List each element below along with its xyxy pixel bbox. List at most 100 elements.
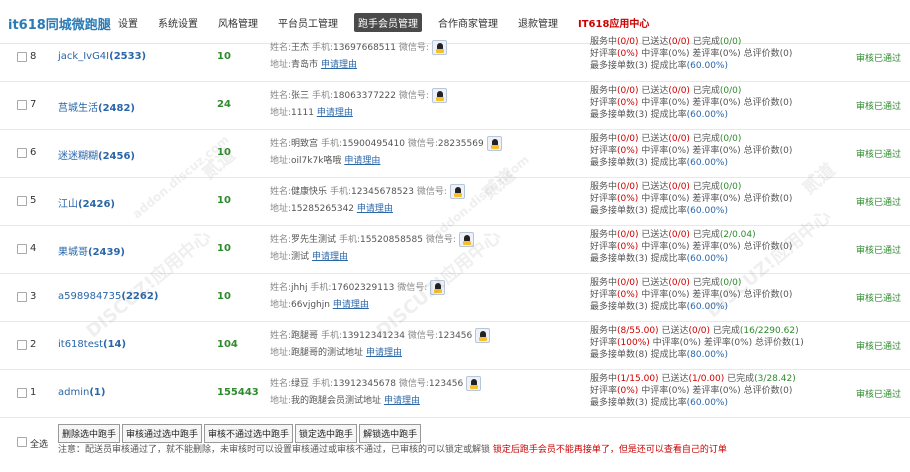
order-stats: 服务中(0/0) 已送达(0/0) 已完成(0/0)	[590, 182, 742, 192]
phone-value: 15520858585	[359, 235, 423, 245]
address-label: 地址:	[270, 60, 292, 70]
nav-item-3[interactable]: 平台员工管理	[274, 13, 342, 32]
address-line: 地址:测试 申请理由	[270, 249, 474, 266]
username: a598984735	[58, 291, 122, 302]
audit-status: 审核已通过	[856, 150, 902, 160]
runner-info: 姓名:王杰 手机:13697668511 微信号: 地址:青岛市 申请理由	[270, 40, 447, 74]
runner-level: 155443	[217, 387, 259, 398]
name-value: 绿豆	[291, 379, 310, 389]
apply-reason-link[interactable]: 申请理由	[333, 300, 369, 310]
qq-icon[interactable]	[458, 232, 474, 247]
phone-value: 13912345678	[332, 379, 396, 389]
apply-reason-link[interactable]: 申请理由	[321, 60, 357, 70]
bulk-button-2[interactable]: 审核不通过选中跑手	[204, 424, 294, 443]
row-checkbox[interactable]	[17, 340, 27, 350]
name-label: 姓名:	[270, 91, 292, 101]
qq-icon[interactable]	[486, 136, 502, 151]
contact-line: 姓名:跑腿哥 手机:13912341234 微信号:123456	[270, 328, 491, 345]
qq-icon[interactable]	[431, 40, 447, 55]
contact-line: 姓名:王杰 手机:13697668511 微信号:	[270, 40, 447, 57]
wechat-label: 微信号:	[416, 187, 447, 197]
wechat-label: 微信号:	[425, 235, 456, 245]
nav-item-6[interactable]: 退款管理	[514, 13, 562, 32]
runner-row: 2 it618test(14) 104 姓名:跑腿哥 手机:1391234123…	[0, 322, 910, 370]
qq-icon[interactable]	[475, 328, 491, 343]
name-label: 姓名:	[270, 43, 292, 53]
nav-item-1[interactable]: 系统设置	[154, 13, 202, 32]
order-stats: 服务中(1/15.00) 已送达(1/0.00) 已完成(3/28.42)	[590, 374, 796, 384]
runner-stats: 服务中(0/0) 已送达(0/0) 已完成(0/0) 好评率(0%) 中评率(0…	[590, 85, 792, 121]
contact-line: 姓名:张三 手机:18063377222 微信号:	[270, 88, 447, 105]
name-label: 姓名:	[270, 283, 292, 293]
runner-username-link[interactable]: it618test(14)	[58, 339, 126, 350]
user-id: 2482	[102, 103, 131, 114]
row-checkbox[interactable]	[17, 52, 27, 62]
address-label: 地址:	[270, 108, 292, 118]
runner-username-link[interactable]: 江山(2426)	[58, 195, 115, 210]
row-checkbox[interactable]	[17, 388, 27, 398]
wechat-label: 微信号:	[398, 379, 429, 389]
runner-list: 8 jack_IvG4I(2533) 10 姓名:王杰 手机:136976685…	[0, 37, 910, 418]
bulk-button-0[interactable]: 删除选中跑手	[58, 424, 121, 443]
bulk-button-1[interactable]: 审核通过选中跑手	[122, 424, 203, 443]
row-checkbox[interactable]	[17, 244, 27, 254]
runner-username-link[interactable]: 果城哥(2439)	[58, 243, 125, 258]
apply-reason-link[interactable]: 申请理由	[312, 252, 348, 262]
runner-stats: 服务中(0/0) 已送达(0/0) 已完成(0/0) 好评率(0%) 中评率(0…	[590, 277, 792, 313]
nav-item-5[interactable]: 合作商家管理	[434, 13, 502, 32]
address-value: 66vjghjn	[291, 300, 330, 310]
runner-level: 10	[217, 243, 231, 254]
nav-item-0[interactable]: 设置	[114, 13, 142, 32]
address-value: 测试	[291, 252, 310, 262]
runner-stats: 服务中(0/0) 已送达(0/0) 已完成(0/0) 好评率(0%) 中评率(0…	[590, 181, 792, 217]
qq-icon[interactable]	[431, 88, 447, 103]
runner-username-link[interactable]: 迷迷糊糊(2456)	[58, 147, 135, 162]
apply-reason-link[interactable]: 申请理由	[384, 396, 420, 406]
nav-item-4[interactable]: 跑手会员管理	[354, 13, 422, 32]
runner-username-link[interactable]: jack_IvG4I(2533)	[58, 51, 146, 62]
runner-username-link[interactable]: admin(1)	[58, 387, 105, 398]
bulk-button-3[interactable]: 锁定选中跑手	[295, 424, 358, 443]
notice-warning: 锁定后跑手会员不能再接单了，但是还可以查看自己的订单	[492, 445, 727, 455]
user-id: 2262	[125, 291, 154, 302]
nav-item-7[interactable]: IT618应用中心	[574, 13, 653, 32]
brand-title: it618同城微跑腿	[8, 18, 111, 33]
row-number: 7	[30, 99, 37, 110]
runner-level: 104	[217, 339, 238, 350]
bulk-button-4[interactable]: 解锁选中跑手	[359, 424, 422, 443]
phone-value: 17602329113	[331, 283, 395, 293]
apply-reason-link[interactable]: 申请理由	[357, 204, 393, 214]
row-checkbox[interactable]	[17, 196, 27, 206]
user-id: 2426	[82, 199, 111, 210]
nav-item-2[interactable]: 风格管理	[214, 13, 262, 32]
qq-icon[interactable]	[430, 280, 446, 295]
notice-main: 注意：配送员审核通过了，就不能删除，未审核时可以设置审核通过或审核不通过，已审核…	[58, 445, 491, 455]
select-all-checkbox[interactable]	[17, 437, 27, 447]
runner-username-link[interactable]: a598984735(2262)	[58, 291, 158, 302]
order-stats: 服务中(0/0) 已送达(0/0) 已完成(2/0.04)	[590, 230, 756, 240]
username: 迷迷糊糊	[58, 151, 98, 162]
row-checkbox[interactable]	[17, 100, 27, 110]
audit-status: 审核已通过	[856, 54, 902, 64]
phone-value: 13697668511	[332, 43, 396, 53]
phone-label: 手机:	[338, 235, 360, 245]
row-checkbox[interactable]	[17, 292, 27, 302]
address-value: 跑腿哥的测试地址	[291, 348, 364, 358]
contact-line: 姓名:明致宫 手机:15900495410 微信号:28235569	[270, 136, 502, 153]
row-checkbox[interactable]	[17, 148, 27, 158]
runner-row: 7 莒城生活(2482) 24 姓名:张三 手机:18063377222 微信号…	[0, 82, 910, 130]
user-id: 14	[107, 339, 122, 350]
address-label: 地址:	[270, 396, 292, 406]
qq-icon[interactable]	[449, 184, 465, 199]
phone-value: 12345678523	[350, 187, 414, 197]
qq-icon[interactable]	[466, 376, 482, 391]
apply-reason-link[interactable]: 申请理由	[317, 108, 353, 118]
runner-level: 10	[217, 147, 231, 158]
runner-stats: 服务中(0/0) 已送达(0/0) 已完成(0/0) 好评率(0%) 中评率(0…	[590, 133, 792, 169]
username: 莒城生活	[58, 103, 98, 114]
name-label: 姓名:	[270, 331, 292, 341]
runner-username-link[interactable]: 莒城生活(2482)	[58, 99, 135, 114]
row-number: 3	[30, 291, 37, 302]
apply-reason-link[interactable]: 申请理由	[366, 348, 402, 358]
apply-reason-link[interactable]: 申请理由	[344, 156, 380, 166]
